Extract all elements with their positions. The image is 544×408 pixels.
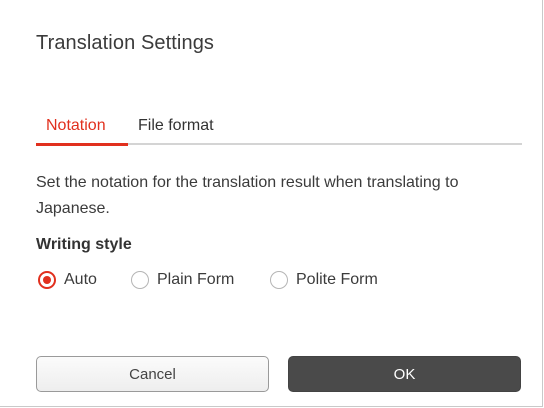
tab-file-format-label: File format [138, 117, 214, 134]
cancel-button[interactable]: Cancel [36, 356, 269, 392]
writing-style-radio-group: Auto Plain Form Polite Form [36, 268, 496, 292]
translation-settings-dialog: Translation Settings Notation File forma… [0, 0, 543, 407]
tab-file-format[interactable]: File format [138, 112, 248, 146]
tab-notation[interactable]: Notation [36, 112, 128, 146]
radio-plain-form-label: Plain Form [157, 271, 235, 288]
tab-bar: Notation File format [36, 112, 522, 146]
radio-polite-form-unchecked-icon[interactable] [270, 271, 288, 289]
notation-description: Set the notation for the translation res… [36, 174, 459, 217]
writing-style-label: Writing style [36, 236, 132, 253]
tab-notation-label: Notation [46, 117, 106, 134]
active-tab-indicator [36, 143, 128, 146]
radio-polite-form[interactable]: Polite Form [270, 268, 378, 292]
radio-auto-checked-icon[interactable] [38, 271, 56, 289]
dialog-title: Translation Settings [36, 32, 215, 54]
radio-auto-label: Auto [64, 271, 97, 288]
radio-polite-form-label: Polite Form [296, 271, 378, 288]
ok-button[interactable]: OK [288, 356, 521, 392]
radio-plain-form[interactable]: Plain Form [131, 268, 234, 292]
radio-plain-form-unchecked-icon[interactable] [131, 271, 149, 289]
radio-auto[interactable]: Auto [38, 268, 97, 292]
